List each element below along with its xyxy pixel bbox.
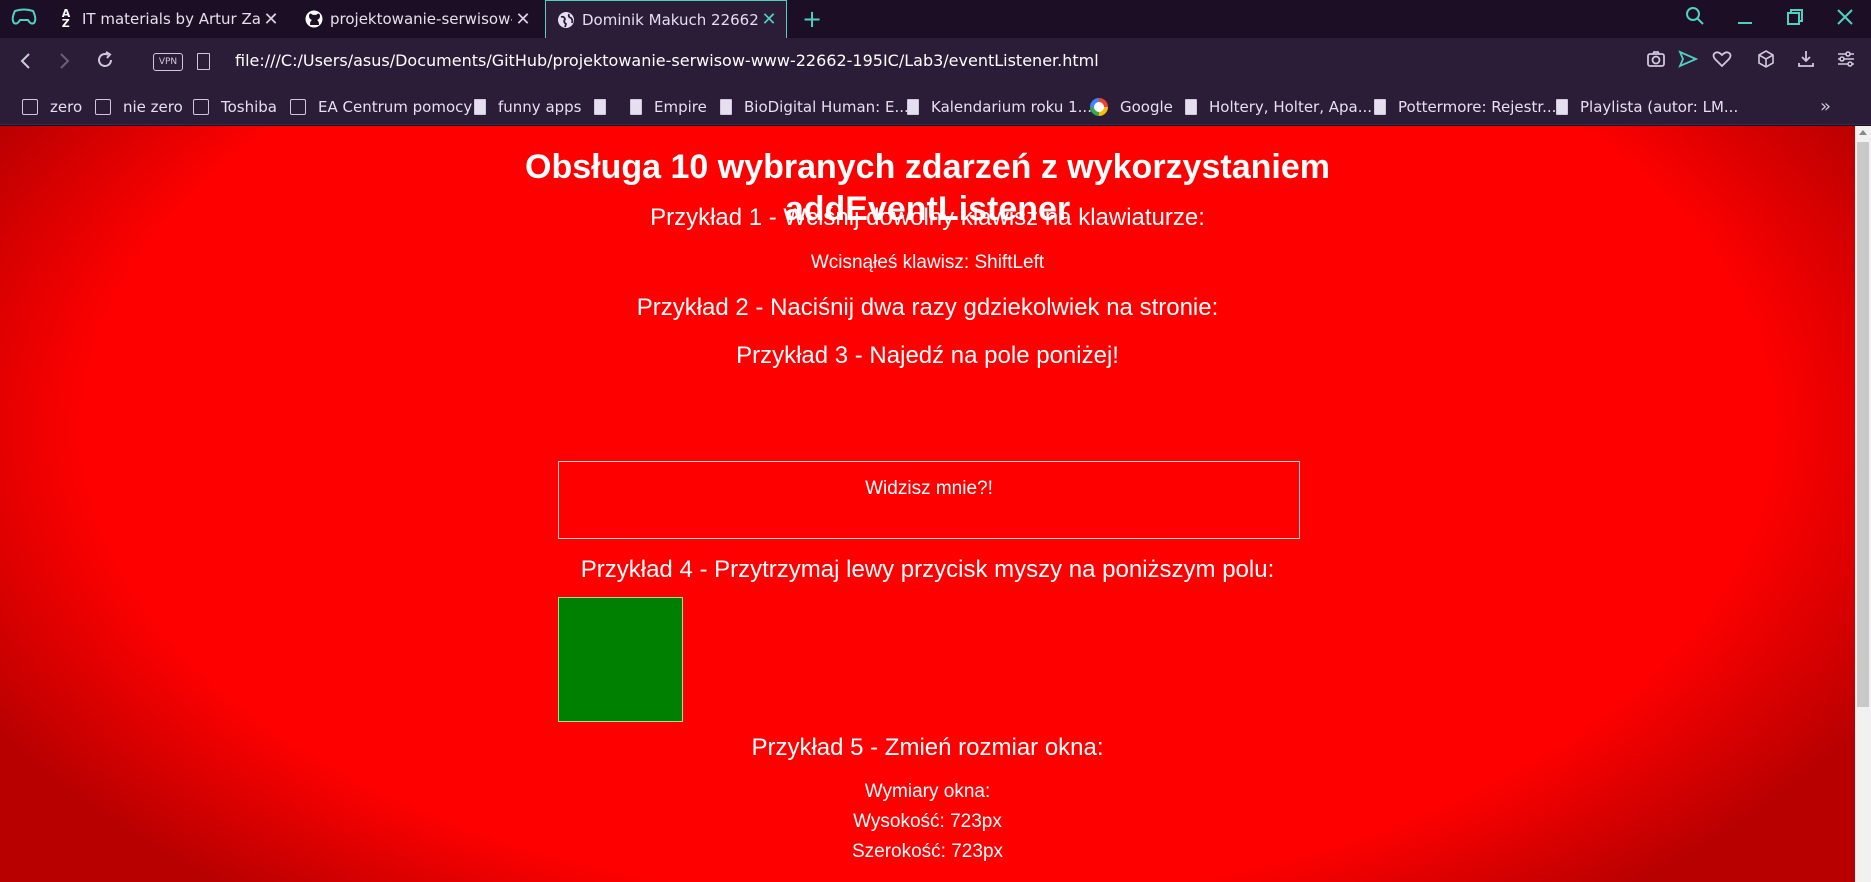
example-1-result: Wcisnąłeś klawisz: ShiftLeft bbox=[810, 252, 1045, 273]
tab-label: projektowanie-serwisow-www bbox=[330, 10, 512, 28]
page-icon bbox=[907, 98, 919, 115]
hover-box[interactable]: Widzisz mnie?! bbox=[558, 461, 1300, 539]
page-icon bbox=[594, 98, 606, 115]
window-height-value: Wysokość: 723px bbox=[853, 811, 1002, 832]
bookmark-ea-centrum-pomocy[interactable]: EA Centrum pomocy bbox=[290, 88, 472, 125]
page-icon bbox=[1556, 98, 1568, 115]
folder-icon bbox=[95, 98, 111, 115]
page-icon bbox=[630, 98, 642, 115]
page-icon bbox=[1374, 98, 1386, 115]
page-icon bbox=[1185, 98, 1197, 115]
bookmark-label: zero bbox=[50, 97, 83, 116]
minimize-button[interactable] bbox=[1728, 4, 1762, 34]
example-3-heading: Przykład 3 - Najedź na pole poniżej! bbox=[736, 342, 1119, 369]
bookmark-label: Empire bbox=[654, 97, 707, 116]
page-scrollbar[interactable] bbox=[1855, 126, 1871, 882]
bookmark-label: EA Centrum pomocy bbox=[318, 97, 473, 116]
bookmark-label: BioDigital Human: E... bbox=[744, 97, 909, 116]
folder-icon bbox=[22, 98, 38, 115]
bookmark-google[interactable]: Google bbox=[1090, 88, 1173, 125]
more-bookmarks-icon[interactable]: » bbox=[1820, 88, 1831, 125]
close-tab-icon[interactable]: ✕ bbox=[260, 9, 282, 30]
new-tab-button[interactable]: + bbox=[797, 2, 827, 36]
close-tab-icon[interactable]: ✕ bbox=[758, 9, 780, 30]
bookmark-label: Pottermore: Rejestr... bbox=[1398, 97, 1557, 116]
bookmark-label: Playlista (autor: LM... bbox=[1580, 97, 1739, 116]
restore-button[interactable] bbox=[1778, 4, 1812, 34]
tab-label: Dominik Makuch 22662 bbox=[582, 10, 758, 29]
bookmark-label: Google bbox=[1120, 97, 1173, 116]
page-title-line1: Obsługa 10 wybranych zdarzeń z wykorzyst… bbox=[525, 148, 1330, 186]
tab-bar: AZ IT materials by Artur Zacniewski ✕ pr… bbox=[0, 0, 1871, 38]
az-sort-icon: AZ bbox=[61, 7, 71, 30]
example-4-heading: Przykład 4 - Przytrzymaj lewy przycisk m… bbox=[580, 556, 1275, 583]
mousedown-square[interactable] bbox=[558, 597, 683, 722]
download-icon[interactable] bbox=[1792, 49, 1820, 77]
bookmark-label: Holtery, Holter, Apa... bbox=[1209, 97, 1373, 116]
url-field[interactable]: file:///C:/Users/asus/Documents/GitHub/p… bbox=[235, 51, 1099, 70]
bookmark-nie-zero[interactable]: nie zero bbox=[95, 88, 183, 125]
google-icon bbox=[1090, 97, 1108, 116]
window-size-label: Wymiary okna: bbox=[864, 781, 991, 802]
tab-it-materials[interactable]: AZ IT materials by Artur Zacniewski ✕ bbox=[46, 0, 288, 38]
bookmark-kalendarium[interactable]: Kalendarium roku 1... bbox=[907, 88, 1092, 125]
example-2-heading: Przykład 2 - Naciśnij dwa razy gdziekolw… bbox=[636, 294, 1219, 321]
example-5-heading: Przykład 5 - Zmień rozmiar okna: bbox=[751, 734, 1104, 761]
close-tab-icon[interactable]: ✕ bbox=[512, 9, 534, 30]
bookmark-holtery[interactable]: Holtery, Holter, Apa... bbox=[1185, 88, 1372, 125]
page-icon bbox=[474, 98, 486, 115]
github-icon bbox=[304, 9, 324, 29]
forward-button[interactable] bbox=[50, 48, 80, 78]
send-icon[interactable] bbox=[1674, 49, 1702, 77]
back-button[interactable] bbox=[10, 48, 40, 78]
bookmark-label: Kalendarium roku 1... bbox=[931, 97, 1092, 116]
page-viewport[interactable]: Obsługa 10 wybranych zdarzeń z wykorzyst… bbox=[0, 126, 1855, 882]
gx-corner-icon[interactable] bbox=[10, 7, 38, 31]
bookmark-biodigital[interactable]: BioDigital Human: E... bbox=[720, 88, 909, 125]
bookmark-blank[interactable] bbox=[594, 88, 618, 125]
page-icon bbox=[720, 98, 732, 115]
tab-dominik-makuch[interactable]: Dominik Makuch 22662 ✕ bbox=[545, 0, 787, 38]
bookmark-playlista[interactable]: Playlista (autor: LM... bbox=[1556, 88, 1738, 125]
bookmark-toshiba[interactable]: Toshiba bbox=[193, 88, 277, 125]
close-window-button[interactable] bbox=[1828, 4, 1862, 34]
tab-github[interactable]: projektowanie-serwisow-www ✕ bbox=[294, 0, 540, 38]
heart-icon[interactable] bbox=[1708, 49, 1736, 77]
vpn-badge[interactable]: VPN bbox=[153, 53, 183, 71]
bookmark-label: nie zero bbox=[123, 97, 183, 116]
bookmark-label: funny apps bbox=[498, 97, 582, 116]
scroll-up-arrow-icon[interactable] bbox=[1859, 130, 1867, 135]
snapshot-icon[interactable] bbox=[1642, 49, 1670, 77]
window-width-value: Szerokość: 723px bbox=[851, 841, 1004, 862]
bookmark-empire[interactable]: Empire bbox=[630, 88, 707, 125]
tab-label: IT materials by Artur Zacniewski bbox=[82, 10, 260, 28]
search-tabs-icon[interactable] bbox=[1678, 4, 1712, 34]
bookmark-funny-apps[interactable]: funny apps bbox=[474, 88, 582, 125]
page-info-icon[interactable] bbox=[197, 53, 210, 70]
address-bar: VPN file:///C:/Users/asus/Documents/GitH… bbox=[0, 38, 1871, 88]
hover-box-text: Widzisz mnie?! bbox=[865, 478, 993, 499]
easy-setup-icon[interactable] bbox=[1832, 49, 1860, 77]
cube-icon[interactable] bbox=[1752, 49, 1780, 77]
reload-button[interactable] bbox=[90, 48, 120, 78]
globe-icon bbox=[556, 10, 576, 30]
folder-icon bbox=[290, 98, 306, 115]
scrollbar-thumb[interactable] bbox=[1857, 142, 1869, 707]
example-1-heading: Przykład 1 - Wciśnij dowolny klawisz na … bbox=[650, 204, 1205, 231]
bookmark-pottermore[interactable]: Pottermore: Rejestr... bbox=[1374, 88, 1556, 125]
bookmark-label: Toshiba bbox=[221, 97, 277, 116]
folder-icon bbox=[193, 98, 209, 115]
bookmark-zero[interactable]: zero bbox=[22, 88, 82, 125]
bookmarks-bar: zero nie zero Toshiba EA Centrum pomocy … bbox=[0, 88, 1871, 125]
